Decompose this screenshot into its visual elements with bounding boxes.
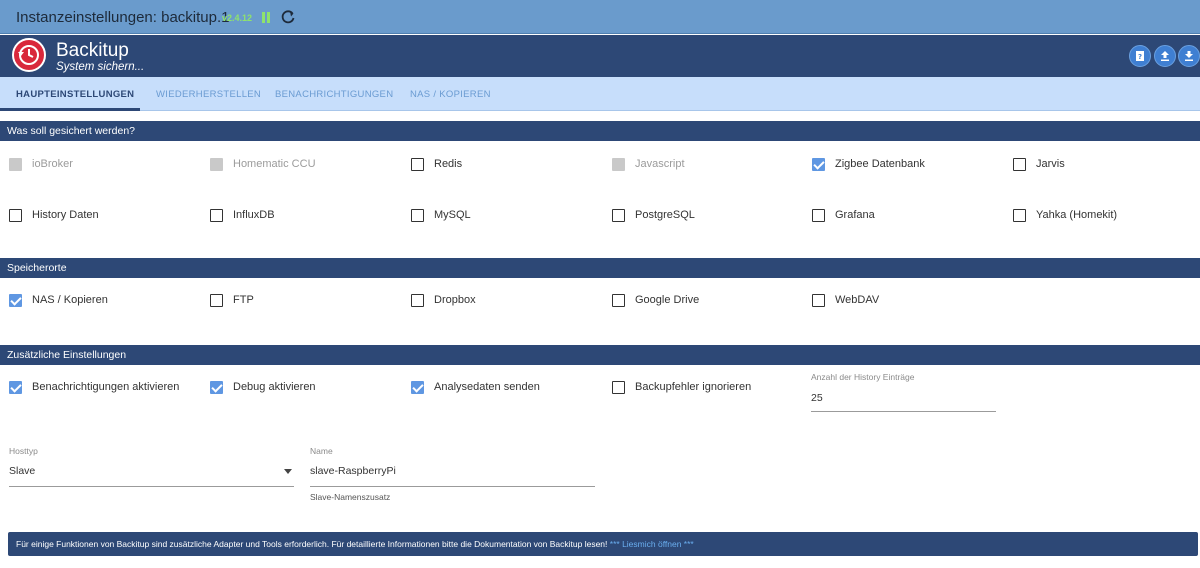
checkbox-label: Yahka (Homekit) — [1036, 209, 1118, 221]
hosttype-underline — [9, 486, 294, 487]
download-button[interactable] — [1178, 45, 1200, 67]
window-titlebar: Instanzeinstellungen: backitup.1 v2.4.12 — [0, 0, 1200, 34]
download-icon — [1185, 51, 1193, 61]
reload-icon[interactable] — [280, 9, 296, 25]
checkbox-label: Homematic CCU — [233, 158, 316, 170]
section-header-storage: Speicherorte — [0, 258, 1200, 278]
active-tab-indicator — [0, 108, 140, 111]
upload-icon — [1161, 51, 1169, 61]
checkbox-label: ioBroker — [32, 158, 73, 170]
checkbox-label: FTP — [233, 294, 254, 306]
pause-icon[interactable] — [262, 12, 270, 23]
checkmark-icon — [411, 381, 424, 394]
checkbox-box — [210, 209, 223, 222]
checkbox-label: Dropbox — [434, 294, 476, 306]
section-header-extra: Zusätzliche Einstellungen — [0, 345, 1200, 365]
checkbox-box — [812, 209, 825, 222]
tab-wiederherstellen[interactable]: WIEDERHERSTELLEN — [156, 89, 261, 100]
window-title: Instanzeinstellungen: backitup.1 — [16, 9, 230, 26]
checkbox-box — [210, 158, 223, 171]
tab-bar: HAUPTEINSTELLUNGEN WIEDERHERSTELLEN BENA… — [0, 77, 1200, 111]
readme-link[interactable]: *** Liesmich öffnen *** — [610, 539, 694, 549]
info-text-wrapper: Für einige Funktionen von Backitup sind … — [16, 539, 694, 549]
hosttype-label: Hosttyp — [9, 446, 38, 456]
checkbox-box — [9, 209, 22, 222]
info-text: Für einige Funktionen von Backitup sind … — [16, 539, 608, 549]
checkbox-label: PostgreSQL — [635, 209, 695, 221]
checkbox-label: Google Drive — [635, 294, 700, 306]
name-input[interactable]: slave-RaspberryPi — [310, 465, 396, 477]
hosttype-select[interactable]: Slave — [9, 465, 35, 477]
checkbox-box — [210, 294, 223, 307]
checkbox-label: Analysedaten senden — [434, 381, 540, 393]
help-book-icon: ? — [1136, 51, 1144, 61]
checkbox-label: Grafana — [835, 209, 875, 221]
checkbox-box — [612, 294, 625, 307]
checkbox-box — [812, 294, 825, 307]
upload-button[interactable] — [1154, 45, 1176, 67]
section-title: Zusätzliche Einstellungen — [7, 349, 127, 361]
checkbox-box — [1013, 209, 1026, 222]
checkbox-box — [411, 158, 424, 171]
history-count-input[interactable]: 25 — [811, 392, 823, 404]
tab-haupteinstellungen[interactable]: HAUPTEINSTELLUNGEN — [16, 89, 134, 100]
checkmark-icon — [9, 294, 22, 307]
checkbox-label: Javascript — [635, 158, 685, 170]
history-count-label: Anzahl der History Einträge — [811, 372, 915, 382]
checkbox-box — [411, 209, 424, 222]
tab-benachrichtigungen[interactable]: BENACHRICHTIGUNGEN — [275, 89, 393, 100]
checkbox-label: NAS / Kopieren — [32, 294, 108, 306]
checkbox-label: WebDAV — [835, 294, 880, 306]
checkbox-box — [9, 158, 22, 171]
app-name: Backitup — [56, 40, 129, 61]
checkbox-box — [612, 209, 625, 222]
section-title: Speicherorte — [7, 262, 67, 274]
checkbox-label: Benachrichtigungen aktivieren — [32, 381, 180, 393]
version-badge: v2.4.12 — [222, 13, 253, 23]
checkbox-label: MySQL — [434, 209, 471, 221]
checkmark-icon — [210, 381, 223, 394]
section-header-backup: Was soll gesichert werden? — [0, 121, 1200, 141]
checkbox-label: Jarvis — [1036, 158, 1065, 170]
app-subtitle: System sichern... — [56, 61, 145, 73]
name-label: Name — [310, 446, 333, 456]
checkbox-label: Zigbee Datenbank — [835, 158, 925, 170]
app-header: Backitup System sichern... ? — [0, 35, 1200, 77]
checkbox-label: Debug aktivieren — [233, 381, 316, 393]
chevron-down-icon[interactable] — [284, 469, 292, 474]
info-bar: Für einige Funktionen von Backitup sind … — [8, 532, 1198, 556]
history-count-underline — [811, 411, 996, 412]
checkbox-box — [612, 158, 625, 171]
section-title: Was soll gesichert werden? — [7, 125, 135, 137]
checkmark-icon — [812, 158, 825, 171]
tab-nas-kopieren[interactable]: NAS / KOPIEREN — [410, 89, 491, 100]
checkbox-label: InfluxDB — [233, 209, 275, 221]
backup-clock-icon — [12, 38, 46, 72]
checkbox-box — [1013, 158, 1026, 171]
help-button[interactable]: ? — [1129, 45, 1151, 67]
checkbox-box — [411, 294, 424, 307]
checkbox-label: Backupfehler ignorieren — [635, 381, 752, 393]
checkbox-label: History Daten — [32, 209, 99, 221]
checkbox-box — [612, 381, 625, 394]
checkbox-label: Redis — [434, 158, 463, 170]
name-helper-text: Slave-Namenszusatz — [310, 492, 391, 502]
name-underline — [310, 486, 595, 487]
svg-text:?: ? — [1138, 53, 1142, 61]
checkmark-icon — [9, 381, 22, 394]
